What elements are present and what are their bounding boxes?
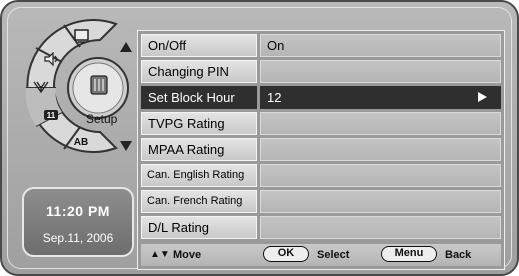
select-hint-label: Select xyxy=(317,249,350,261)
menu-row-value: On xyxy=(260,34,501,57)
menu-row-label: Changing PIN xyxy=(141,60,257,83)
menu-row-label: On/Off xyxy=(141,34,257,57)
menu-row-value xyxy=(260,60,501,83)
menu-row-value xyxy=(260,112,501,135)
setup-icon xyxy=(90,75,108,95)
speaker-icon xyxy=(44,52,58,66)
menu-row-label: Can. English Rating xyxy=(141,164,257,187)
language-ab-icon: AB xyxy=(73,137,89,148)
antenna-icon xyxy=(33,81,49,94)
move-hint-label: Move xyxy=(173,249,202,261)
menu-row-on-off[interactable]: On/Off On xyxy=(141,34,501,57)
screen-icon xyxy=(74,29,89,43)
dial-up-arrow-icon[interactable] xyxy=(120,42,132,52)
menu-row-label: Set Block Hour xyxy=(141,86,257,109)
menu-row-label: Can. French Rating xyxy=(141,190,257,213)
menu-row-value: 12 xyxy=(260,86,501,109)
menu-row-label: TVPG Rating xyxy=(141,112,257,135)
back-hint-label: Back xyxy=(445,249,472,261)
menu-row-value xyxy=(260,190,501,213)
menu-row-can-french-rating[interactable]: Can. French Rating xyxy=(141,190,501,213)
menu-row-set-block-hour[interactable]: Set Block Hour 12 xyxy=(141,86,501,109)
menu-row-label: MPAA Rating xyxy=(141,138,257,161)
menu-row-can-english-rating[interactable]: Can. English Rating xyxy=(141,164,501,187)
ok-key-button[interactable]: OK xyxy=(263,246,309,262)
clock-panel: 11:20 PM Sep.11, 2006 xyxy=(22,187,134,257)
tv-osd-frame: 11 AB Setup 11:20 PM Sep.11, 2006 On/Off… xyxy=(0,0,519,276)
dial-center-label: Setup xyxy=(86,112,118,126)
lock-menu-panel: On/Off On Changing PIN Set Block Hour 12… xyxy=(137,30,505,270)
menu-row-value xyxy=(260,164,501,187)
submenu-arrow-icon xyxy=(478,92,487,102)
move-arrows-icon: ▲▼ xyxy=(150,249,170,260)
menu-row-dl-rating[interactable]: D/L Rating xyxy=(141,216,501,239)
parental-lock-icon: 11 xyxy=(44,110,58,120)
menu-key-button[interactable]: Menu xyxy=(381,246,437,262)
help-bar: ▲▼ Move OK Select Menu Back xyxy=(141,244,501,266)
dial-down-arrow-icon[interactable] xyxy=(120,141,132,151)
svg-text:11: 11 xyxy=(47,111,56,120)
clock-time: 11:20 PM xyxy=(46,203,110,219)
menu-row-changing-pin[interactable]: Changing PIN xyxy=(141,60,501,83)
menu-row-tvpg-rating[interactable]: TVPG Rating xyxy=(141,112,501,135)
menu-row-value xyxy=(260,216,501,239)
menu-dial[interactable]: 11 AB Setup xyxy=(18,16,148,156)
clock-date: Sep.11, 2006 xyxy=(42,231,114,245)
menu-row-label: D/L Rating xyxy=(141,216,257,239)
menu-row-value xyxy=(260,138,501,161)
menu-row-mpaa-rating[interactable]: MPAA Rating xyxy=(141,138,501,161)
